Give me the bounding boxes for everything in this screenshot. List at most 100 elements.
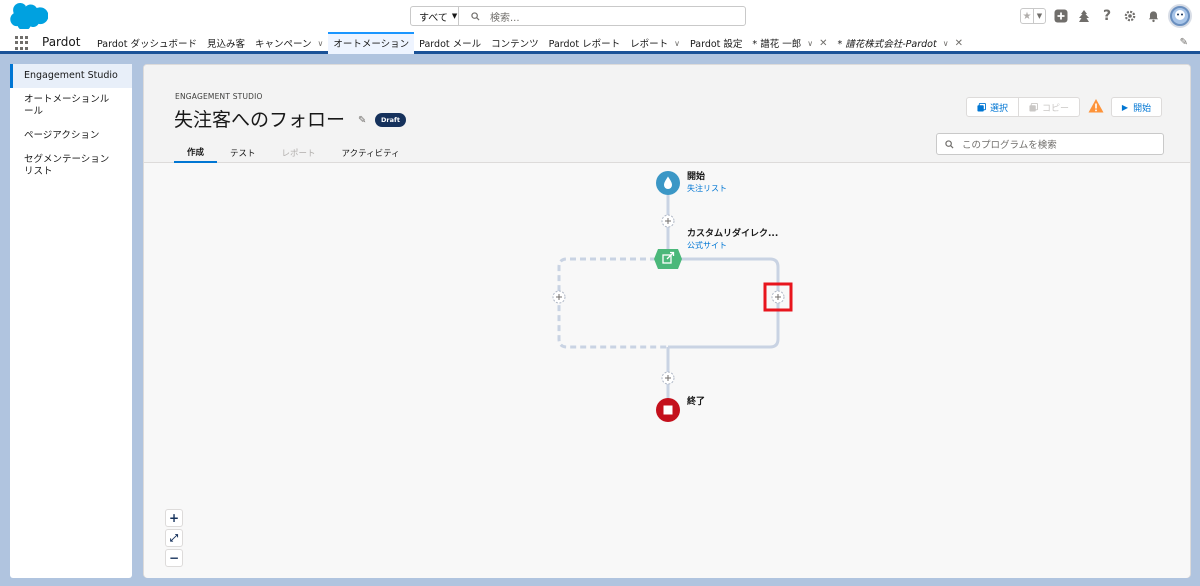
trigger-node-title: カスタムリダイレク... — [687, 229, 779, 239]
program-tabs: 作成 テスト レポート アクティビティ — [174, 143, 413, 163]
nav-item-label: * 譜花株式会社-Pardot — [837, 39, 937, 50]
nav-item-label: コンテンツ — [491, 39, 539, 50]
nav-item-label: オートメーション — [333, 39, 410, 50]
select-button-label: 選択 — [990, 103, 1009, 114]
setup-gear-icon[interactable] — [1122, 8, 1138, 24]
chevron-down-icon[interactable]: ∨ — [807, 39, 813, 48]
tab-build[interactable]: 作成 — [174, 143, 218, 163]
nav-item-label: Pardot メール — [419, 39, 482, 50]
flow-diagram — [552, 171, 793, 422]
add-icon[interactable] — [1053, 8, 1069, 24]
warning-icon[interactable] — [1088, 98, 1104, 114]
end-node[interactable] — [656, 398, 680, 422]
favorites-list-icon[interactable]: ▼ — [1033, 9, 1045, 23]
add-step-icon[interactable] — [552, 290, 566, 304]
global-header: すべて ▼ 検索... ★ ▼ ? — [0, 0, 1200, 32]
app-launcher-icon[interactable] — [15, 36, 29, 50]
edit-title-pencil-icon[interactable]: ✎ — [358, 115, 366, 126]
sidebar-item-engagement-studio[interactable]: Engagement Studio — [10, 64, 132, 88]
page-title: 失注客へのフォロー — [174, 109, 346, 131]
edit-nav-pencil-icon[interactable]: ✎ — [1180, 37, 1188, 48]
play-icon: ▶ — [1121, 102, 1129, 112]
program-search-placeholder: このプログラムを検索 — [962, 140, 1057, 151]
global-search: すべて ▼ 検索... — [410, 6, 746, 26]
favorites-group[interactable]: ★ ▼ — [1020, 8, 1046, 24]
connector-branch-yes — [668, 257, 780, 349]
search-scope-dropdown[interactable]: すべて ▼ — [411, 7, 459, 25]
search-scope-label: すべて — [419, 12, 448, 24]
salesforce-logo[interactable] — [10, 3, 48, 29]
nav-item-content[interactable]: コンテンツ — [486, 32, 544, 54]
flow-canvas[interactable]: 開始 失注リスト カスタムリダイレク... 公式サイト 終了 + ⤢ − — [144, 163, 1190, 578]
start-node[interactable] — [656, 171, 680, 195]
nav-item-label: 見込み客 — [206, 39, 245, 50]
chevron-down-icon[interactable]: ∨ — [318, 39, 324, 48]
nav-item-tab-contact[interactable]: * 譜花 一郎 ∨ ✕ — [747, 32, 832, 54]
select-icon — [977, 102, 986, 112]
nav-item-automation[interactable]: オートメーション — [328, 32, 415, 54]
chevron-down-icon[interactable]: ∨ — [674, 39, 680, 48]
add-step-icon[interactable] — [661, 371, 675, 385]
nav-item-label: * 譜花 一郎 — [752, 39, 802, 50]
favorites-star-icon[interactable]: ★ — [1021, 9, 1033, 23]
sidebar-item-automation-rules[interactable]: オートメーションルール — [10, 88, 132, 124]
nav-item-prospects[interactable]: 見込み客 — [202, 32, 250, 54]
page-header: ENGAGEMENT STUDIO 失注客へのフォロー ✎ Draft 選択 コ… — [144, 65, 1190, 163]
app-navigation-bar: Pardot Pardot ダッシュボード 見込み客 キャンペーン ∨ オートメー… — [0, 32, 1200, 54]
copy-icon — [1029, 102, 1039, 112]
close-icon[interactable]: ✕ — [955, 38, 963, 49]
tab-test[interactable]: テスト — [217, 143, 269, 163]
nav-item-campaigns[interactable]: キャンペーン ∨ — [250, 32, 328, 54]
user-avatar[interactable] — [1168, 4, 1192, 28]
nav-item-label: Pardot 設定 — [689, 39, 743, 50]
nav-item-label: キャンペーン — [254, 39, 312, 50]
status-badge: Draft — [375, 113, 406, 127]
notifications-bell-icon[interactable] — [1145, 8, 1161, 24]
search-placeholder: 検索... — [490, 12, 520, 24]
trailhead-icon[interactable] — [1076, 8, 1092, 24]
search-icon — [471, 11, 480, 21]
header-utility-icons: ★ ▼ ? — [1020, 4, 1192, 28]
close-icon[interactable]: ✕ — [819, 38, 827, 49]
engagement-program-panel: ENGAGEMENT STUDIO 失注客へのフォロー ✎ Draft 選択 コ… — [143, 64, 1191, 578]
copy-button[interactable]: コピー — [1018, 98, 1079, 116]
end-node-title: 終了 — [687, 397, 706, 407]
nav-item-pardot-reports[interactable]: Pardot レポート — [544, 32, 625, 54]
search-icon — [945, 139, 954, 149]
trigger-node[interactable] — [654, 249, 682, 269]
start-node-title: 開始 — [687, 172, 706, 182]
start-node-list-link[interactable]: 失注リスト — [687, 184, 727, 194]
chevron-down-icon: ▼ — [451, 12, 458, 20]
program-search-input[interactable]: このプログラムを検索 — [936, 133, 1164, 155]
app-name: Pardot — [42, 35, 81, 49]
chevron-down-icon[interactable]: ∨ — [943, 39, 949, 48]
search-input[interactable]: 検索... — [459, 7, 745, 25]
zoom-controls: + ⤢ − — [165, 509, 183, 567]
zoom-out-button[interactable]: − — [165, 549, 183, 567]
add-step-icon[interactable] — [661, 214, 675, 228]
nav-item-pardot-email[interactable]: Pardot メール — [414, 32, 486, 54]
nav-item-label: レポート — [630, 39, 669, 50]
nav-item-pardot-settings[interactable]: Pardot 設定 — [685, 32, 747, 54]
page-eyebrow: ENGAGEMENT STUDIO — [175, 92, 263, 101]
nav-item-label: Pardot レポート — [548, 39, 621, 50]
copy-button-label: コピー — [1042, 103, 1070, 114]
nav-item-reports[interactable]: レポート ∨ — [625, 32, 685, 54]
trigger-node-link[interactable]: 公式サイト — [687, 241, 727, 251]
select-button[interactable]: 選択 — [967, 98, 1018, 116]
automation-sidebar: Engagement Studio オートメーションルール ページアクション セ… — [10, 64, 132, 578]
tab-activity[interactable]: アクティビティ — [329, 143, 413, 163]
tab-report[interactable]: レポート — [269, 143, 329, 163]
zoom-in-button[interactable]: + — [165, 509, 183, 527]
start-button[interactable]: ▶ 開始 — [1111, 97, 1162, 117]
nav-items: Pardot ダッシュボード 見込み客 キャンペーン ∨ オートメーション Par… — [92, 32, 968, 54]
fit-to-screen-button[interactable]: ⤢ — [165, 529, 183, 547]
sidebar-item-page-actions[interactable]: ページアクション — [10, 124, 132, 148]
sidebar-item-segmentation-lists[interactable]: セグメンテーションリスト — [10, 148, 132, 184]
nav-item-pardot-dashboard[interactable]: Pardot ダッシュボード — [92, 32, 202, 54]
help-icon[interactable]: ? — [1099, 8, 1115, 24]
stop-icon — [663, 405, 673, 415]
nav-item-tab-account[interactable]: * 譜花株式会社-Pardot ∨ ✕ — [832, 32, 967, 54]
connector-branch-no — [557, 257, 668, 349]
start-button-label: 開始 — [1133, 103, 1152, 114]
